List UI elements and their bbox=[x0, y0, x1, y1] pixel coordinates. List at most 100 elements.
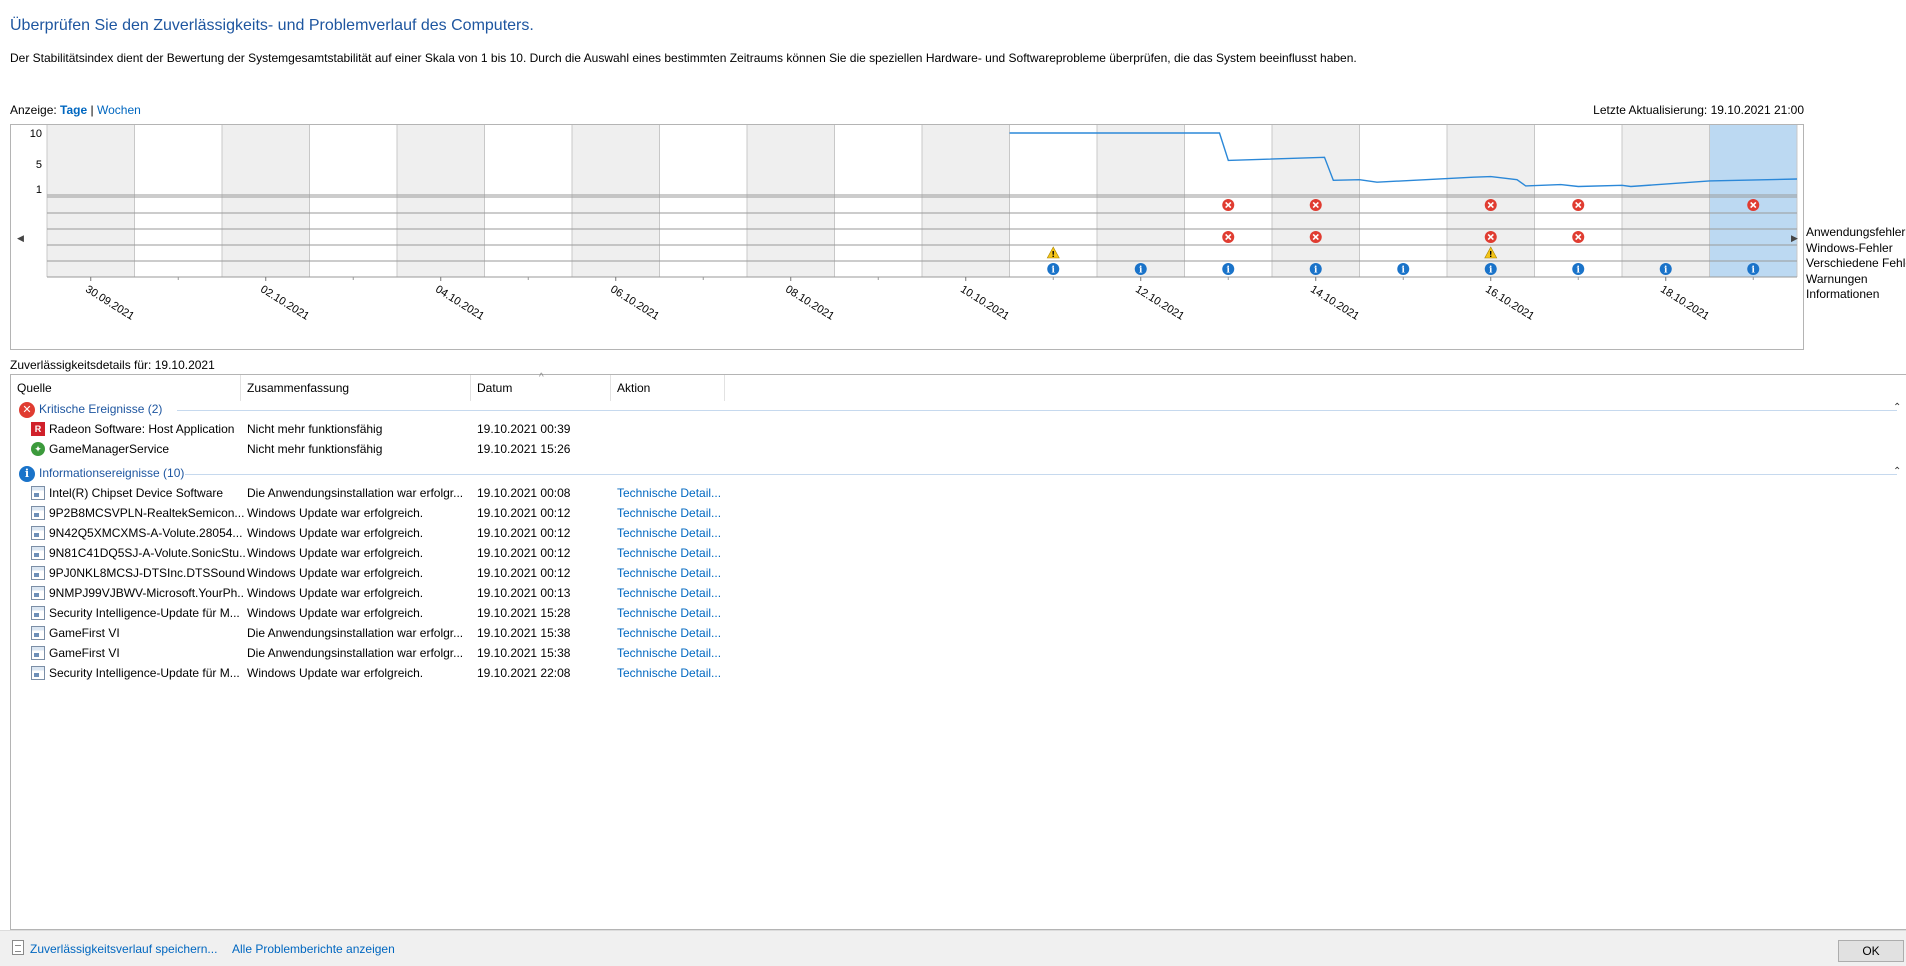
group-info-title[interactable]: Informationsereignisse (10) bbox=[39, 466, 184, 480]
info-icon-glyph: i bbox=[1139, 266, 1143, 276]
day-column[interactable] bbox=[659, 125, 748, 277]
list-item[interactable]: 9NMPJ99VJBWV-Microsoft.YourPh... Windows … bbox=[11, 583, 751, 603]
x-tick-label: 02.10.2021 bbox=[258, 283, 311, 322]
day-column[interactable] bbox=[572, 125, 660, 277]
chart-scroll-right-icon[interactable]: ▶ bbox=[1791, 233, 1798, 244]
day-column[interactable] bbox=[484, 125, 573, 277]
x-tick-label: 04.10.2021 bbox=[433, 283, 486, 322]
day-column[interactable] bbox=[1622, 125, 1710, 277]
list-item[interactable]: 9N42Q5XMCXMS-A-Volute.28054... Windows Up… bbox=[11, 523, 751, 543]
summary-cell: Windows Update war erfolgreich. bbox=[247, 566, 424, 580]
date-cell: 19.10.2021 00:12 bbox=[477, 546, 571, 560]
summary-cell: Windows Update war erfolgreich. bbox=[247, 506, 424, 520]
date-cell: 19.10.2021 15:38 bbox=[477, 626, 571, 640]
column-header-source[interactable]: Quelle bbox=[11, 375, 241, 401]
x-tick-label: 14.10.2021 bbox=[1308, 283, 1361, 322]
game-manager-icon: ✦ bbox=[31, 442, 45, 456]
group-critical-title[interactable]: Kritische Ereignisse (2) bbox=[39, 402, 162, 416]
day-column[interactable] bbox=[1097, 125, 1185, 277]
footer-bar: Zuverlässigkeitsverlauf speichern... All… bbox=[0, 930, 1906, 966]
day-column[interactable] bbox=[747, 125, 835, 277]
collapse-info-icon[interactable]: ⌃ bbox=[1893, 466, 1901, 477]
list-item[interactable]: Security Intelligence-Update für M... Win… bbox=[11, 603, 751, 623]
application-icon bbox=[31, 626, 45, 640]
action-link[interactable]: Technische Detail... bbox=[617, 606, 747, 620]
source-cell: 9N42Q5XMCXMS-A-Volute.28054... bbox=[49, 526, 243, 540]
info-icon-glyph: i bbox=[1577, 266, 1581, 276]
info-icon-glyph: i bbox=[1752, 266, 1756, 276]
day-column[interactable] bbox=[922, 125, 1010, 277]
day-column[interactable] bbox=[134, 125, 223, 277]
summary-cell: Die Anwendungsinstallation war erfolgr..… bbox=[247, 626, 464, 640]
action-link[interactable]: Technische Detail... bbox=[617, 506, 747, 520]
list-item[interactable]: GameFirst VI Die Anwendungsinstallation w… bbox=[11, 623, 751, 643]
action-link[interactable]: Technische Detail... bbox=[617, 626, 747, 640]
legend-windows-errors: Windows-Fehler bbox=[1806, 240, 1893, 255]
action-link[interactable]: Technische Detail... bbox=[617, 526, 747, 540]
radeon-icon: R bbox=[31, 422, 45, 436]
all-problem-reports-link[interactable]: Alle Problemberichte anzeigen bbox=[232, 942, 395, 956]
legend-information: Informationen bbox=[1806, 287, 1880, 301]
date-cell: 19.10.2021 22:08 bbox=[477, 666, 571, 680]
stability-chart[interactable]: 10 5 1!! i i i i i i i i i 30.09.2021 02.10.2021 04.10… bbox=[10, 124, 1804, 350]
stability-chart-svg[interactable]: 10 5 1! ! i i i i i i i i i 30.09.2021 02.10.2021 04.10… bbox=[11, 125, 1805, 351]
day-column[interactable] bbox=[834, 125, 923, 277]
list-item[interactable]: ✦ GameManagerService Nicht mehr funktionsf… bbox=[11, 439, 751, 459]
action-link[interactable]: Technische Detail... bbox=[617, 646, 747, 660]
ok-button[interactable]: OK bbox=[1838, 940, 1904, 962]
info-icon-glyph: i bbox=[1314, 266, 1318, 276]
list-item[interactable]: Security Intelligence-Update für M... Win… bbox=[11, 663, 751, 683]
list-item[interactable]: R Radeon Software: Host Application Nicht … bbox=[11, 419, 751, 439]
date-cell: 19.10.2021 00:12 bbox=[477, 526, 571, 540]
date-cell: 19.10.2021 15:26 bbox=[477, 442, 571, 456]
application-icon bbox=[31, 506, 45, 520]
save-history-link[interactable]: Zuverlässigkeitsverlauf speichern... bbox=[30, 942, 217, 956]
list-item[interactable]: 9P2B8MCSVPLN-RealtekSemicon... Windows Up… bbox=[11, 503, 751, 523]
list-item[interactable]: Intel(R) Chipset Device Software Die Anwe… bbox=[11, 483, 751, 503]
sort-caret-icon: ^ bbox=[539, 372, 544, 383]
day-column[interactable] bbox=[309, 125, 398, 277]
view-days-link[interactable]: Tage bbox=[60, 103, 87, 117]
date-cell: 19.10.2021 00:08 bbox=[477, 486, 571, 500]
y-tick-label: 10 bbox=[30, 128, 42, 140]
application-icon bbox=[31, 666, 45, 680]
day-column[interactable] bbox=[47, 125, 135, 277]
application-icon bbox=[31, 486, 45, 500]
chart-scroll-left-icon[interactable]: ◀ bbox=[17, 233, 24, 244]
summary-cell: Windows Update war erfolgreich. bbox=[247, 606, 424, 620]
info-icon-glyph: i bbox=[1489, 266, 1493, 276]
x-tick-label: 16.10.2021 bbox=[1483, 283, 1536, 322]
source-cell: Intel(R) Chipset Device Software bbox=[49, 486, 224, 500]
view-weeks-link[interactable]: Wochen bbox=[97, 103, 141, 117]
list-item[interactable]: 9N81C41DQ5SJ-A-Volute.SonicStu... Windows… bbox=[11, 543, 751, 563]
action-link[interactable]: Technische Detail... bbox=[617, 546, 747, 560]
source-cell: Security Intelligence-Update für M... bbox=[49, 606, 240, 620]
column-header-action[interactable]: Aktion bbox=[611, 375, 725, 401]
last-update: Letzte Aktualisierung: 19.10.2021 21:00 bbox=[1593, 103, 1804, 117]
column-header-summary[interactable]: Zusammenfassung bbox=[241, 375, 471, 401]
collapse-critical-icon[interactable]: ⌃ bbox=[1893, 402, 1901, 413]
x-tick-label: 18.10.2021 bbox=[1658, 283, 1711, 322]
day-column[interactable] bbox=[222, 125, 310, 277]
list-item[interactable]: GameFirst VI Die Anwendungsinstallation w… bbox=[11, 643, 751, 663]
info-icon-glyph: i bbox=[1052, 266, 1056, 276]
summary-cell: Die Anwendungsinstallation war erfolgr..… bbox=[247, 486, 464, 500]
action-link[interactable]: Technische Detail... bbox=[617, 586, 747, 600]
legend-warnings: Warnungen bbox=[1806, 271, 1868, 286]
application-icon bbox=[31, 526, 45, 540]
source-cell: GameFirst VI bbox=[49, 646, 120, 660]
info-icon-glyph: i bbox=[1402, 266, 1406, 276]
details-list: Quelle Zusammenfassung Datum ^ Aktion ✕ … bbox=[10, 372, 1906, 930]
day-column[interactable] bbox=[397, 125, 485, 277]
details-label: Zuverlässigkeitsdetails für: 19.10.2021 bbox=[10, 358, 215, 372]
action-link[interactable]: Technische Detail... bbox=[617, 566, 747, 580]
summary-cell: Windows Update war erfolgreich. bbox=[247, 586, 424, 600]
source-cell: GameFirst VI bbox=[49, 626, 120, 640]
date-cell: 19.10.2021 00:13 bbox=[477, 586, 571, 600]
info-icon-glyph: i bbox=[1664, 266, 1668, 276]
action-link[interactable]: Technische Detail... bbox=[617, 666, 747, 680]
day-column[interactable] bbox=[1359, 125, 1448, 277]
source-cell: GameManagerService bbox=[49, 442, 170, 456]
action-link[interactable]: Technische Detail... bbox=[617, 486, 747, 500]
list-item[interactable]: 9PJ0NKL8MCSJ-DTSInc.DTSSound... Windows U… bbox=[11, 563, 751, 583]
